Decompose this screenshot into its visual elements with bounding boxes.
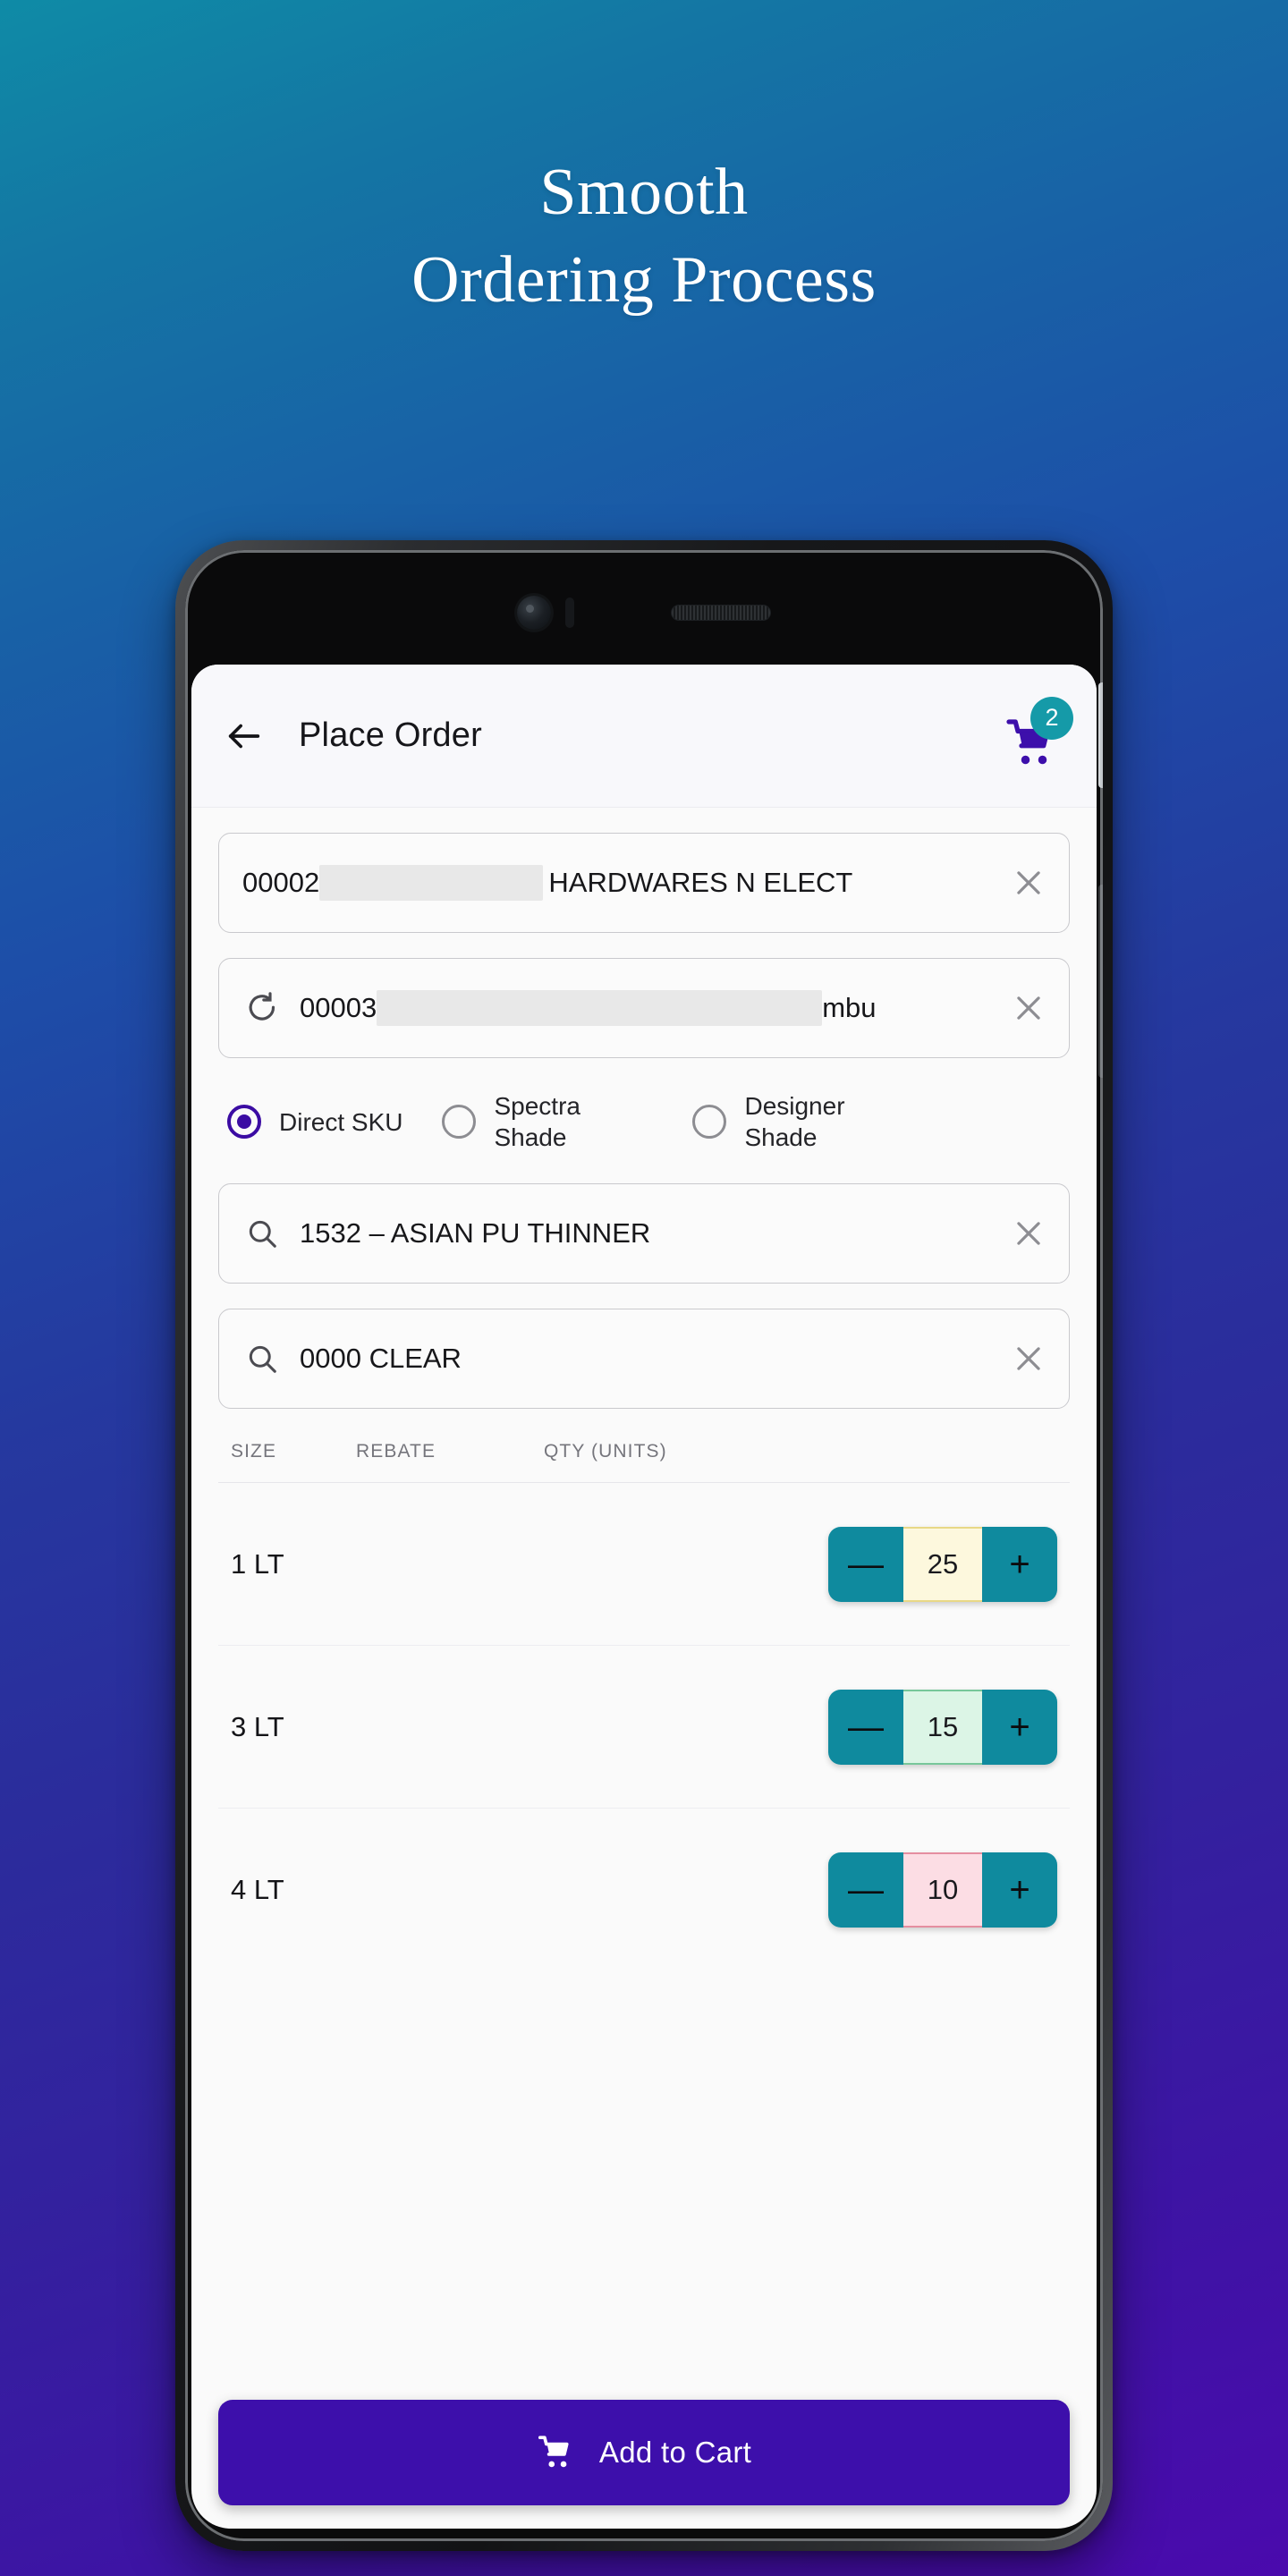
qty-table-header: SIZE REBATE QTY (UNITS) [218, 1441, 1070, 1483]
promo-headline: Smooth Ordering Process [0, 159, 1288, 313]
column-header-size: SIZE [231, 1441, 277, 1462]
radio-option-spectra-shade[interactable]: Spectra Shade [442, 1090, 653, 1153]
quantity-value[interactable]: 25 [903, 1526, 982, 1602]
table-row: 4 LT — 10 + [218, 1809, 1070, 1971]
cart-badge: 2 [1030, 696, 1073, 740]
quantity-value[interactable]: 10 [903, 1852, 982, 1928]
row-size: 4 LT [231, 1874, 284, 1905]
radio-label: Spectra Shade [494, 1092, 580, 1151]
add-to-cart-button[interactable]: Add to Cart [218, 2400, 1070, 2505]
headline-line-1: Smooth [539, 156, 749, 229]
redacted-block [377, 990, 823, 1026]
phone-sensor-row [185, 588, 1103, 638]
back-arrow-icon[interactable] [216, 708, 272, 764]
app-bar: Place Order 2 [191, 665, 1097, 808]
increment-button[interactable]: + [982, 1526, 1057, 1602]
clear-shade-icon[interactable] [1008, 1338, 1049, 1379]
earpiece-speaker-icon [671, 605, 771, 621]
app-screen: Place Order 2 00002 HARDWARES N ELECT 00… [191, 665, 1097, 2529]
decrement-button[interactable]: — [828, 1526, 903, 1602]
product-search-value: 1532 – ASIAN PU THINNER [300, 1217, 651, 1249]
power-button[interactable] [1098, 682, 1103, 788]
row-size: 3 LT [231, 1710, 284, 1742]
quantity-stepper: — 10 + [828, 1852, 1057, 1928]
radio-indicator[interactable] [227, 1105, 261, 1139]
volume-button[interactable] [1098, 885, 1103, 1078]
redacted-block [319, 865, 544, 901]
clear-customer-icon[interactable] [1008, 862, 1049, 903]
customer-code: 00002 [242, 867, 320, 898]
radio-label: Direct SKU [279, 1107, 403, 1136]
ship-to-code: 00003 [300, 992, 377, 1023]
quantity-stepper: — 25 + [828, 1526, 1057, 1602]
front-camera-icon [517, 596, 551, 630]
table-row: 3 LT — 15 + [218, 1646, 1070, 1809]
ship-to-field-value: 00003 mbu [300, 990, 990, 1026]
order-form: 00002 HARDWARES N ELECT 00003 mbu Direct… [191, 808, 1097, 2380]
sku-type-radio-group: Direct SKU Spectra Shade Designer Shade [218, 1085, 1070, 1158]
cta-container: Add to Cart [191, 2380, 1097, 2529]
ship-to-field[interactable]: 00003 mbu [218, 958, 1070, 1058]
page-title: Place Order [299, 716, 482, 754]
customer-name: HARDWARES N ELECT [543, 867, 853, 898]
phone-screen-bezel: Place Order 2 00002 HARDWARES N ELECT 00… [185, 550, 1103, 2541]
customer-field[interactable]: 00002 HARDWARES N ELECT [218, 833, 1070, 933]
cart-button[interactable]: 2 [998, 696, 1073, 770]
shade-search-field[interactable]: 0000 CLEAR [218, 1309, 1070, 1409]
radio-option-direct-sku[interactable]: Direct SKU [227, 1105, 402, 1139]
shade-search-value: 0000 CLEAR [300, 1343, 462, 1374]
quantity-stepper: — 15 + [828, 1689, 1057, 1765]
increment-button[interactable]: + [982, 1852, 1057, 1928]
ship-to-name: mbu [822, 992, 877, 1023]
clear-ship-to-icon[interactable] [1008, 987, 1049, 1029]
customer-field-value: 00002 HARDWARES N ELECT [242, 865, 990, 901]
radio-option-designer-shade[interactable]: Designer Shade [692, 1090, 903, 1153]
headline-line-2: Ordering Process [411, 243, 877, 317]
radio-label: Designer Shade [744, 1092, 845, 1151]
product-search-field[interactable]: 1532 – ASIAN PU THINNER [218, 1183, 1070, 1284]
add-to-cart-label: Add to Cart [598, 2436, 752, 2469]
column-header-qty: QTY (UNITS) [544, 1441, 667, 1462]
shopping-cart-icon [538, 2436, 569, 2468]
clear-product-icon[interactable] [1008, 1213, 1049, 1254]
search-icon [242, 1214, 282, 1253]
radio-indicator[interactable] [692, 1105, 727, 1139]
phone-mockup: Place Order 2 00002 HARDWARES N ELECT 00… [175, 540, 1113, 2551]
table-row: 1 LT — 25 + [218, 1483, 1070, 1646]
increment-button[interactable]: + [982, 1689, 1057, 1765]
quantity-value[interactable]: 15 [903, 1689, 982, 1765]
decrement-button[interactable]: — [828, 1689, 903, 1765]
radio-indicator[interactable] [442, 1105, 477, 1139]
row-size: 1 LT [231, 1547, 284, 1580]
column-header-rebate: REBATE [356, 1441, 436, 1462]
decrement-button[interactable]: — [828, 1852, 903, 1928]
proximity-sensor-icon [565, 597, 574, 628]
search-icon [242, 1339, 282, 1378]
refresh-icon[interactable] [242, 988, 282, 1028]
